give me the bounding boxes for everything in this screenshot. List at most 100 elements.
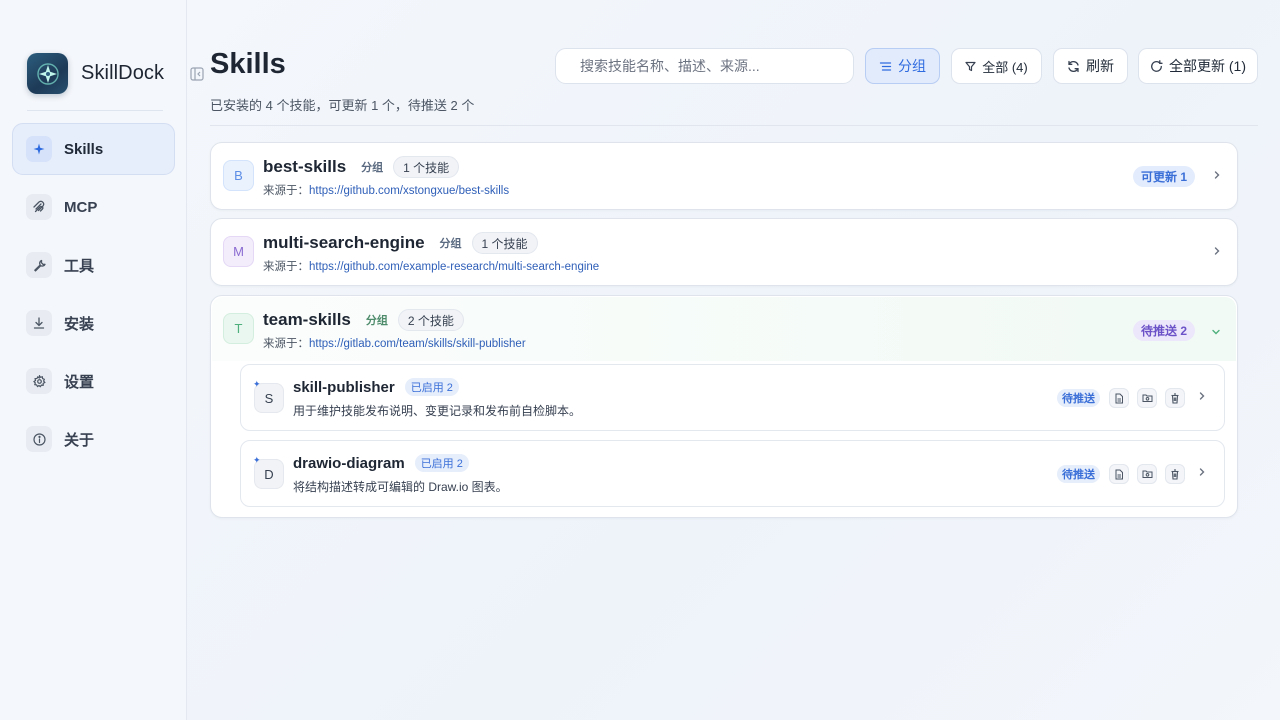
group-source: 来源于：https://gitlab.com/team/skills/skill… — [263, 335, 526, 351]
sidebar-item-about[interactable]: 关于 — [12, 413, 175, 465]
chevron-down-icon[interactable] — [1211, 323, 1221, 339]
group-avatar: B — [223, 160, 254, 191]
enabled-badge: 已启用 2 — [404, 378, 459, 396]
refresh-label: 刷新 — [1086, 58, 1114, 74]
update-available-badge: 可更新 1 — [1132, 166, 1195, 187]
sidebar-item-label: 安装 — [64, 315, 95, 333]
sidebar-item-tools[interactable]: 工具 — [12, 239, 175, 291]
sidebar-item-mcp[interactable]: MCP — [12, 181, 175, 233]
wrench-icon — [26, 252, 52, 278]
folder-icon — [1142, 470, 1152, 478]
open-file-button[interactable] — [1109, 464, 1129, 484]
group-avatar: T — [223, 313, 254, 344]
group-toggle-button[interactable]: 分组 — [865, 48, 940, 84]
group-card-best-skills[interactable]: B best-skills 分组 1 个技能 来源于：https://githu… — [210, 142, 1238, 210]
skilldock-logo — [27, 53, 68, 94]
filter-label: 全部 (4) — [982, 59, 1028, 75]
skill-description: 用于维护技能发布说明、变更记录和发布前自检脚本。 — [293, 404, 582, 418]
sparkle-icon: ✦ — [253, 379, 261, 389]
info-icon — [26, 426, 52, 452]
sparkle-icon — [26, 136, 52, 162]
file-icon — [1115, 469, 1123, 479]
delete-button[interactable] — [1165, 464, 1185, 484]
group-title-row: team-skills 分组 2 个技能 — [263, 309, 464, 331]
trash-icon — [1171, 468, 1179, 480]
group-skill-count: 2 个技能 — [397, 309, 464, 331]
group-tag: 分组 — [365, 315, 388, 327]
update-all-label: 全部更新 (1) — [1169, 58, 1246, 74]
chevron-right-icon[interactable] — [1213, 243, 1221, 259]
header-divider — [210, 125, 1258, 126]
source-prefix: 来源于： — [263, 338, 309, 350]
group-name: multi-search-engine — [263, 233, 425, 252]
pending-push-status: 待推送 — [1057, 465, 1100, 483]
download-icon — [26, 310, 52, 336]
skill-row-skill-publisher[interactable]: S ✦ skill-publisher 已启用 2 用于维护技能发布说明、变更记… — [240, 364, 1225, 431]
filter-dropdown[interactable]: 全部 (4) — [951, 48, 1042, 84]
sidebar: SkillDock Skills MCP 工具 安装 设置 关于 — [0, 0, 187, 720]
skill-title-row: skill-publisher 已启用 2 — [293, 378, 459, 396]
group-title-row: multi-search-engine 分组 1 个技能 — [263, 232, 538, 254]
sidebar-item-label: 关于 — [64, 431, 95, 449]
brand: SkillDock — [27, 53, 164, 94]
app-name: SkillDock — [81, 62, 165, 84]
group-source: 来源于：https://github.com/xstongxue/best-sk… — [263, 182, 509, 198]
gear-icon — [26, 368, 52, 394]
skill-description: 将结构描述转成可编辑的 Draw.io 图表。 — [293, 480, 508, 494]
brand-divider — [27, 110, 163, 111]
skill-name: drawio-diagram — [293, 454, 405, 472]
source-prefix: 来源于： — [263, 261, 309, 273]
refresh-icon — [1067, 60, 1080, 73]
sidebar-collapse-button[interactable] — [189, 66, 205, 82]
open-file-button[interactable] — [1109, 388, 1129, 408]
source-link[interactable]: https://github.com/example-research/mult… — [309, 261, 599, 273]
source-link[interactable]: https://github.com/xstongxue/best-skills — [309, 185, 509, 197]
group-avatar: M — [223, 236, 254, 267]
source-prefix: 来源于： — [263, 185, 309, 197]
mcp-icon — [26, 194, 52, 220]
chevron-right-icon[interactable] — [1213, 167, 1221, 183]
sidebar-item-label: 工具 — [64, 257, 95, 275]
sparkle-icon: ✦ — [253, 455, 261, 465]
file-icon — [1115, 393, 1123, 403]
group-tag: 分组 — [439, 238, 462, 250]
list-icon — [879, 60, 892, 73]
group-name: best-skills — [263, 157, 347, 176]
open-folder-button[interactable] — [1137, 464, 1157, 484]
refresh-button[interactable]: 刷新 — [1053, 48, 1128, 84]
skill-name: skill-publisher — [293, 378, 395, 396]
sidebar-item-settings[interactable]: 设置 — [12, 355, 175, 407]
sidebar-item-install[interactable]: 安装 — [12, 297, 175, 349]
search-input[interactable] — [555, 48, 854, 84]
page-title: Skills — [210, 48, 286, 80]
sidebar-collapse-icon — [190, 67, 204, 81]
sidebar-item-label: 设置 — [64, 373, 95, 391]
skill-title-row: drawio-diagram 已启用 2 — [293, 454, 469, 472]
delete-button[interactable] — [1165, 388, 1185, 408]
sidebar-nav: Skills MCP 工具 安装 设置 关于 — [12, 123, 175, 471]
filter-icon — [965, 61, 976, 72]
sidebar-item-label: Skills — [64, 140, 104, 158]
group-skill-count: 1 个技能 — [471, 232, 538, 254]
skill-row-drawio-diagram[interactable]: D ✦ drawio-diagram 已启用 2 将结构描述转成可编辑的 Dra… — [240, 440, 1225, 507]
group-card-team-skills[interactable]: T team-skills 分组 2 个技能 来源于：https://gitla… — [210, 295, 1238, 518]
group-title-row: best-skills 分组 1 个技能 — [263, 156, 460, 178]
pending-push-status: 待推送 — [1057, 389, 1100, 407]
folder-icon — [1142, 394, 1152, 402]
open-folder-button[interactable] — [1137, 388, 1157, 408]
group-toggle-label: 分组 — [898, 58, 926, 74]
trash-icon — [1171, 392, 1179, 404]
chevron-right-icon[interactable] — [1198, 389, 1206, 404]
rotate-icon — [1150, 59, 1163, 73]
sidebar-item-skills[interactable]: Skills — [12, 123, 175, 175]
group-card-multi-search-engine[interactable]: M multi-search-engine 分组 1 个技能 来源于：https… — [210, 218, 1238, 286]
group-name: team-skills — [263, 310, 351, 329]
page-subtitle: 已安装的 4 个技能，可更新 1 个，待推送 2 个 — [210, 98, 475, 113]
group-skill-count: 1 个技能 — [393, 156, 460, 178]
source-link[interactable]: https://gitlab.com/team/skills/skill-pub… — [309, 338, 526, 350]
app-window: SkillDock Skills MCP 工具 安装 设置 关于 Skills … — [0, 0, 1280, 720]
chevron-right-icon[interactable] — [1198, 465, 1206, 480]
enabled-badge: 已启用 2 — [414, 454, 469, 472]
update-all-button[interactable]: 全部更新 (1) — [1138, 48, 1258, 84]
group-tag: 分组 — [361, 162, 384, 174]
